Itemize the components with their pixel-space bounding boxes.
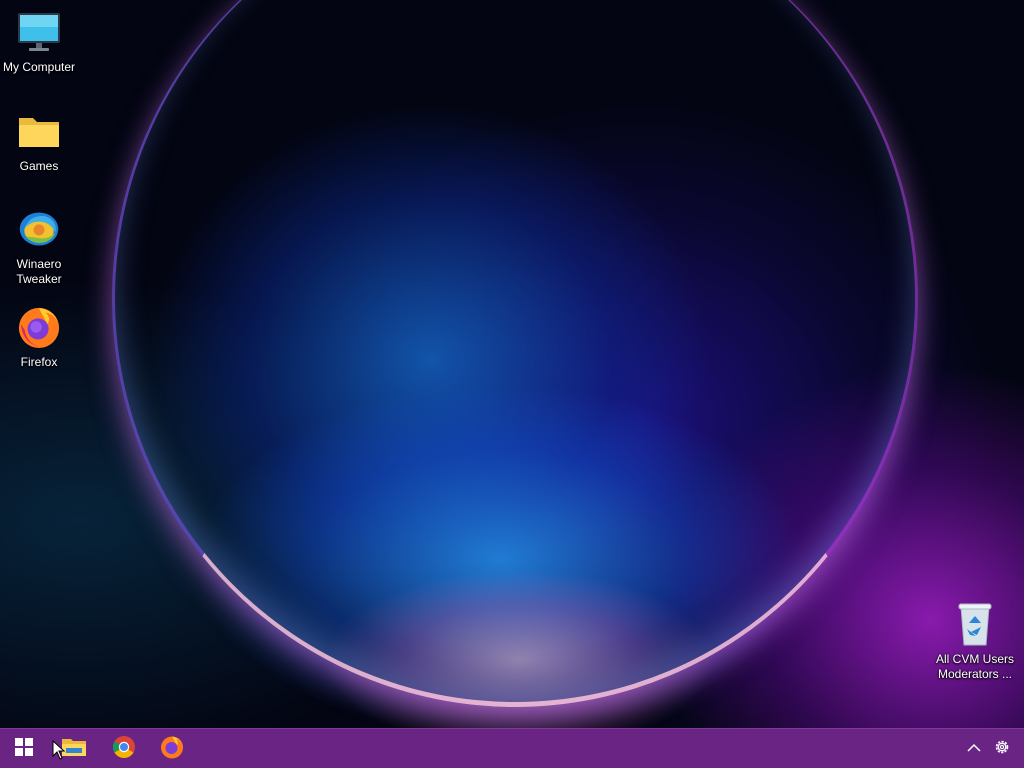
desktop-icon-label: Games: [19, 159, 59, 173]
show-hidden-icons-button[interactable]: [960, 729, 988, 769]
winaero-tweaker-icon: [17, 207, 61, 251]
recycle-bin-icon: [953, 602, 997, 646]
desktop-icon-recycle-bin[interactable]: All CVM Users Moderators ...: [936, 602, 1014, 682]
desktop-icon-games[interactable]: Games: [0, 109, 78, 174]
desktop-icon-label: Winaero Tweaker: [16, 257, 62, 286]
desktop[interactable]: My Computer Games Winaero Tweaker Firefo…: [0, 0, 1024, 768]
desktop-icon-label: All CVM Users Moderators ...: [935, 652, 1014, 681]
desktop-icon-label: My Computer: [2, 60, 76, 74]
chrome-icon: [112, 735, 136, 764]
taskbar-chrome-button[interactable]: [100, 729, 148, 769]
wallpaper-sphere: [112, 0, 918, 707]
folder-icon: [17, 109, 61, 153]
firefox-icon: [160, 735, 184, 764]
firefox-icon: [17, 305, 61, 349]
monitor-icon: [17, 10, 61, 54]
desktop-icon-my-computer[interactable]: My Computer: [0, 10, 78, 75]
taskbar-firefox-button[interactable]: [148, 729, 196, 769]
desktop-icon-firefox[interactable]: Firefox: [0, 305, 78, 370]
desktop-icon-winaero-tweaker[interactable]: Winaero Tweaker: [0, 207, 78, 287]
desktop-icon-label: Firefox: [20, 355, 58, 369]
start-button[interactable]: [0, 729, 48, 769]
settings-button[interactable]: [988, 729, 1016, 769]
windows-logo-icon: [15, 737, 33, 761]
mouse-cursor-icon: [52, 739, 66, 760]
chevron-up-icon: [967, 740, 981, 758]
taskbar: [0, 728, 1024, 768]
gear-icon: [993, 738, 1011, 761]
